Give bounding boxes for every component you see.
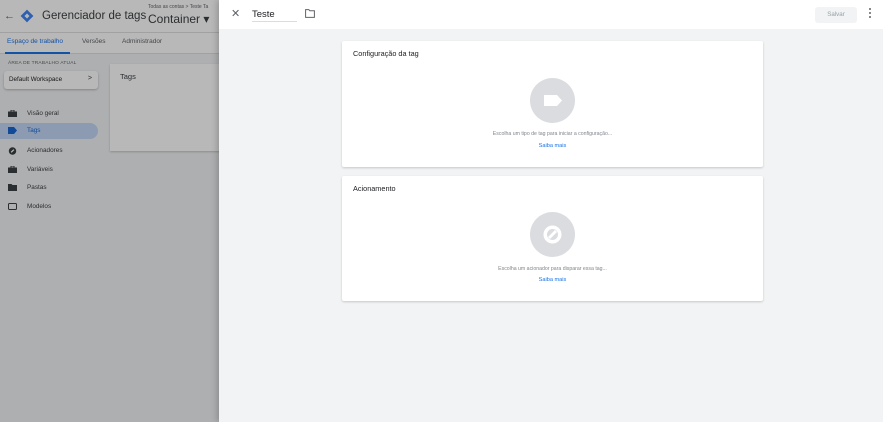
tag-configuration-card[interactable]: Configuração da tag Escolha um tipo de t…	[342, 41, 763, 167]
tag-type-icon[interactable]	[530, 78, 575, 123]
close-icon[interactable]: ✕	[231, 7, 240, 20]
tag-editor-panel: ✕ Teste Salvar Configuração da tag Escol…	[219, 0, 883, 422]
tag-name-input[interactable]: Teste	[252, 9, 275, 20]
modal-scrim[interactable]	[0, 0, 219, 422]
card-title: Acionamento	[353, 184, 396, 193]
tag-name-underline	[252, 21, 297, 22]
card-title: Configuração da tag	[353, 49, 419, 58]
save-button[interactable]: Salvar	[815, 7, 857, 23]
trigger-icon[interactable]	[530, 212, 575, 257]
triggering-card[interactable]: Acionamento Escolha um acionador para di…	[342, 176, 763, 301]
card-description: Escolha um acionador para disparar essa …	[498, 266, 607, 272]
tag-editor-header: ✕ Teste Salvar	[219, 0, 883, 29]
folder-icon[interactable]	[305, 9, 315, 18]
more-vert-icon[interactable]	[867, 8, 873, 20]
learn-more-link[interactable]: Saiba mais	[342, 277, 763, 283]
card-description: Escolha um tipo de tag para iniciar a co…	[492, 131, 613, 137]
learn-more-link[interactable]: Saiba mais	[342, 143, 763, 149]
